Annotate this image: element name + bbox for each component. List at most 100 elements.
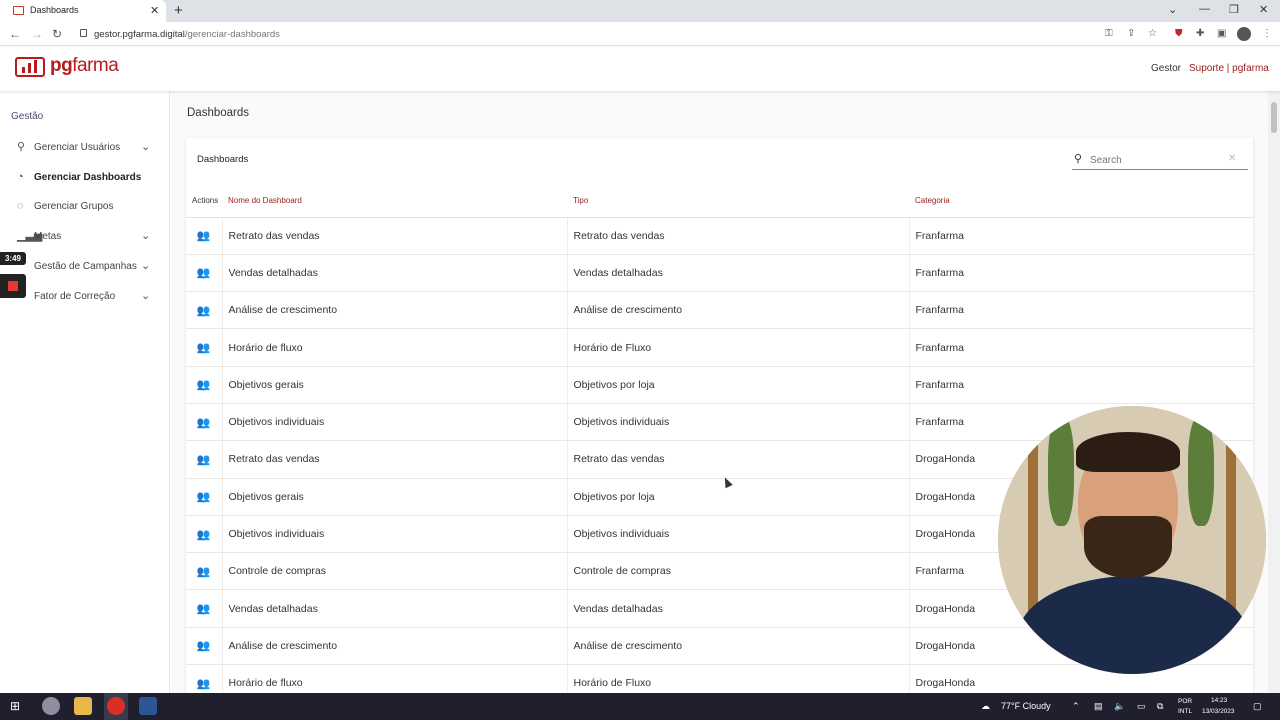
sidebar-item-gerenciar-dashboards[interactable]: ◔ Gerenciar Dashboards: [0, 167, 170, 189]
stop-recording-button[interactable]: [0, 274, 26, 298]
cell-tipo: Objetivos individuais: [566, 403, 909, 442]
sidebar-item-gerenciar-usuarios[interactable]: ⚲ Gerenciar Usuários ⌄: [0, 137, 170, 159]
forward-icon[interactable]: →: [31, 27, 43, 41]
chevron-down-icon[interactable]: ⌄: [141, 289, 150, 302]
group-access-icon[interactable]: 👥: [186, 366, 222, 404]
taskbar: ⊞ ☁ 77°F Cloudy ⌃ ▤ 🔈 ▭ ⧉ POR INTL 14:23…: [0, 693, 1280, 720]
logo-text[interactable]: pgfarma: [50, 55, 119, 77]
col-header-categoria[interactable]: Categoria: [909, 184, 1253, 218]
stop-icon: [8, 281, 18, 291]
sidebar: Gestão ⚲ Gerenciar Usuários ⌄ ◔ Gerencia…: [0, 91, 170, 693]
windows-start-icon[interactable]: ⊞: [10, 699, 20, 713]
cell-nome: Objetivos individuais: [221, 515, 567, 554]
weather-text[interactable]: 77°F Cloudy: [1001, 701, 1051, 711]
lang-top[interactable]: POR: [1178, 698, 1192, 705]
restore-button[interactable]: ❐: [1229, 3, 1239, 16]
chevron-down-icon[interactable]: ⌄: [141, 229, 150, 242]
tray-icon-1[interactable]: ▤: [1094, 701, 1103, 712]
chrome-icon[interactable]: [107, 697, 125, 715]
sidebar-item-label: Gerenciar Grupos: [34, 201, 114, 212]
support-link[interactable]: Suporte | pgfarma: [1189, 63, 1269, 74]
clock-date[interactable]: 13/03/2023: [1202, 708, 1235, 715]
weather-icon[interactable]: ☁: [981, 701, 990, 712]
key-icon[interactable]: ⚿: [1105, 28, 1113, 39]
network-icon[interactable]: ⧉: [1157, 701, 1163, 712]
cell-categoria: Franfarma: [908, 366, 1253, 404]
new-tab-button[interactable]: +: [174, 2, 183, 19]
extensions-icon[interactable]: ✚: [1196, 28, 1204, 39]
user-link[interactable]: Gestor: [1151, 63, 1181, 74]
sidepanel-icon[interactable]: ▣: [1217, 28, 1226, 39]
bar-chart-icon: ▁▃▅: [17, 230, 43, 242]
profile-avatar[interactable]: [1237, 27, 1251, 41]
group-access-icon[interactable]: 👥: [186, 440, 222, 479]
table-row[interactable]: 👥 Objetivos gerais Objetivos por loja Franf…: [186, 366, 1253, 404]
scrollbar-thumb[interactable]: [1271, 102, 1277, 133]
group-access-icon[interactable]: 👥: [186, 478, 222, 516]
cell-categoria: Franfarma: [908, 217, 1253, 255]
chevron-down-icon[interactable]: ⌄: [141, 140, 150, 153]
group-access-icon[interactable]: 👥: [186, 328, 222, 367]
table-row[interactable]: 👥 Análise de crescimento Análise de cresci…: [186, 291, 1253, 330]
clock-time[interactable]: 14:23: [1211, 697, 1227, 704]
table-row[interactable]: 👥 Vendas detalhadas Vendas detalhadas Franf…: [186, 254, 1253, 293]
close-window-button[interactable]: ✕: [1259, 3, 1268, 16]
address-bar: ← → ↻ gestor.pgfarma.digital/gerenciar-d…: [0, 22, 1280, 46]
table-row[interactable]: 👥 Horário de fluxo Horário de Fluxo Franfar…: [186, 328, 1253, 367]
group-access-icon[interactable]: 👥: [186, 515, 222, 554]
close-tab-icon[interactable]: ✕: [150, 4, 159, 17]
group-access-icon[interactable]: 👥: [186, 627, 222, 666]
table-header-row: Actions Nome do Dashboard Tipo Categoria: [186, 184, 1253, 218]
minimize-button[interactable]: —: [1199, 3, 1210, 15]
tab-search-icon[interactable]: ⌄: [1168, 3, 1177, 16]
group-access-icon[interactable]: 👥: [186, 552, 222, 591]
volume-icon[interactable]: 🔈: [1114, 701, 1125, 712]
browser-tabbar: Dashboards ✕ + ⌄ — ❐ ✕: [0, 0, 1280, 22]
cell-categoria: Franfarma: [908, 291, 1253, 330]
group-access-icon[interactable]: 👥: [186, 217, 222, 255]
tray-chevron-icon[interactable]: ⌃: [1072, 701, 1080, 712]
browser-tab[interactable]: Dashboards ✕: [0, 0, 166, 22]
cell-tipo: Retrato das vendas: [566, 217, 909, 255]
sidebar-item-metas[interactable]: ▁▃▅ Metas ⌄: [0, 226, 170, 248]
page-title: Dashboards: [187, 107, 250, 119]
webcam-overlay: [998, 406, 1266, 674]
search-input[interactable]: [1090, 152, 1220, 168]
cell-nome: Análise de crescimento: [221, 627, 567, 666]
group-access-icon[interactable]: 👥: [186, 403, 222, 442]
file-explorer-icon[interactable]: [74, 697, 92, 715]
col-header-nome[interactable]: Nome do Dashboard: [222, 184, 567, 218]
cell-nome: Objetivos gerais: [221, 366, 567, 404]
cell-tipo: Análise de crescimento: [566, 291, 909, 330]
battery-icon[interactable]: ▭: [1137, 701, 1146, 712]
logo-icon: [15, 57, 45, 77]
shield-icon[interactable]: ⛊: [1175, 28, 1183, 39]
notifications-icon[interactable]: ▢: [1253, 701, 1262, 712]
app-header: pgfarma Gestor Suporte | pgfarma: [0, 47, 1280, 91]
clear-search-icon[interactable]: ✕: [1228, 153, 1236, 164]
group-access-icon[interactable]: 👥: [186, 291, 222, 330]
cell-tipo: Retrato das vendas: [566, 440, 909, 479]
lang-bottom[interactable]: INTL: [1178, 708, 1192, 715]
share-icon[interactable]: ⇪: [1127, 28, 1135, 39]
star-icon[interactable]: ☆: [1148, 28, 1157, 39]
chevron-down-icon[interactable]: ⌄: [141, 259, 150, 272]
menu-icon[interactable]: ⋮: [1262, 28, 1272, 39]
sidebar-item-label: Gerenciar Dashboards: [34, 172, 142, 183]
sidebar-item-gerenciar-grupos[interactable]: ◌ Gerenciar Grupos: [0, 196, 170, 218]
page-scrollbar[interactable]: [1268, 91, 1280, 693]
table-row[interactable]: 👥 Retrato das vendas Retrato das vendas Fra…: [186, 217, 1253, 255]
cell-nome: Análise de crescimento: [221, 291, 567, 330]
group-access-icon[interactable]: 👥: [186, 589, 222, 628]
group-access-icon[interactable]: 👥: [186, 254, 222, 293]
app-icon-1[interactable]: [42, 697, 60, 715]
sidebar-item-label: Metas: [34, 231, 62, 242]
reload-icon[interactable]: ↻: [52, 27, 62, 41]
search-box[interactable]: ⚲ ✕: [1072, 150, 1248, 170]
cell-nome: Vendas detalhadas: [221, 589, 567, 628]
app-icon-4[interactable]: [139, 697, 157, 715]
col-header-tipo[interactable]: Tipo: [567, 184, 909, 218]
cell-categoria: Franfarma: [908, 328, 1253, 367]
url-field[interactable]: gestor.pgfarma.digital/gerenciar-dashboa…: [94, 29, 280, 40]
back-icon[interactable]: ←: [9, 27, 21, 41]
